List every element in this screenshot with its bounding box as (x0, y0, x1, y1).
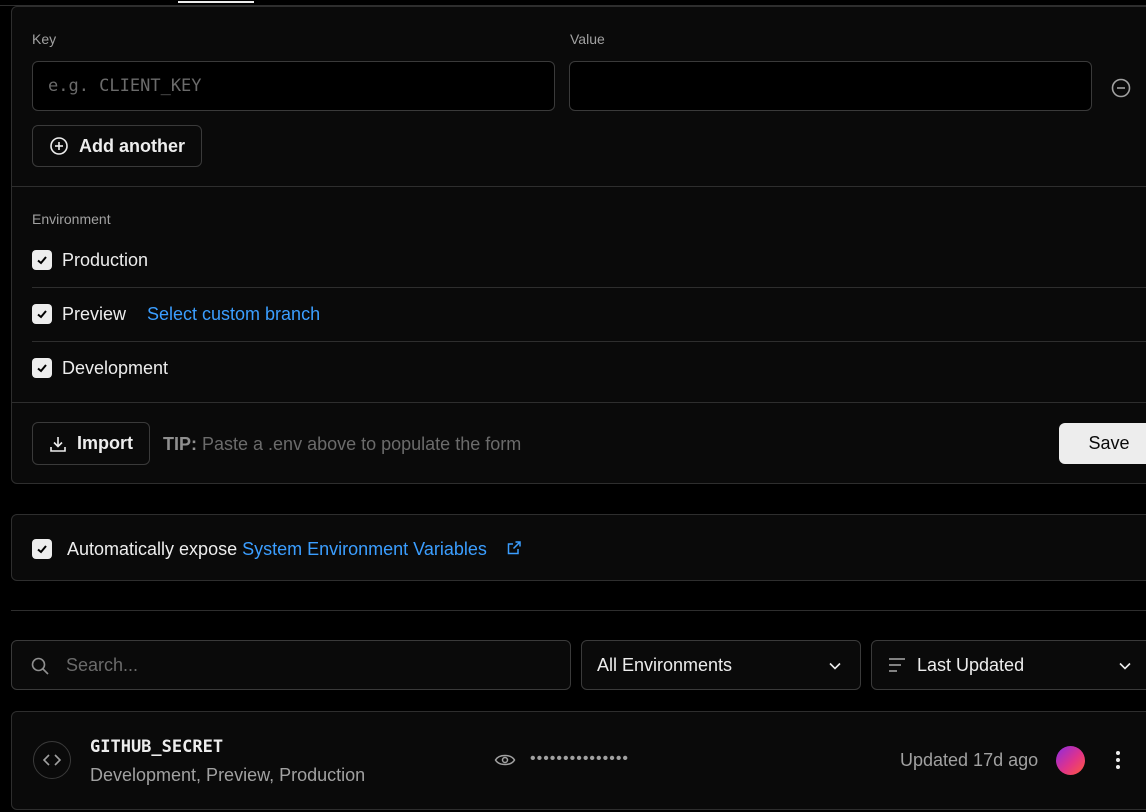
search-box (11, 640, 571, 690)
tip-text: TIP: Paste a .env above to populate the … (163, 434, 521, 455)
divider (12, 402, 1146, 403)
development-label: Development (62, 358, 169, 378)
chevron-down-icon (1119, 662, 1131, 670)
sort-icon (889, 658, 905, 672)
tip-prefix: TIP: (163, 434, 197, 454)
variable-environments: Development, Preview, Production (90, 765, 366, 785)
sort-select[interactable]: Last Updated (871, 640, 1146, 690)
active-tab-indicator (178, 1, 254, 3)
check-icon (37, 256, 47, 265)
system-env-vars-link[interactable]: System Environment Variables (242, 539, 487, 559)
preview-checkbox[interactable] (32, 304, 52, 324)
search-input[interactable] (66, 641, 556, 689)
production-label: Production (62, 250, 149, 270)
value-label: Value (570, 31, 605, 47)
add-another-label: Add another (79, 135, 185, 156)
plus-circle-icon (50, 137, 68, 155)
download-icon (50, 436, 66, 452)
sort-select-value: Last Updated (917, 654, 1025, 675)
check-icon (37, 310, 47, 319)
divider (32, 287, 1146, 288)
updated-time: Updated 17d ago (900, 750, 1039, 770)
expose-label: Automatically expose System Environment … (67, 539, 487, 560)
external-link-icon[interactable] (506, 540, 522, 556)
environment-select-value: All Environments (597, 654, 733, 675)
key-input[interactable] (32, 61, 555, 111)
expose-text: Automatically expose (67, 539, 243, 559)
environment-select[interactable]: All Environments (581, 640, 861, 690)
add-variable-form: Key Value Add another Environment Produc… (11, 6, 1146, 484)
expose-checkbox[interactable] (32, 539, 52, 559)
eye-icon[interactable] (494, 752, 516, 768)
check-icon (37, 364, 47, 373)
variable-row[interactable]: GITHUB_SECRET Development, Preview, Prod… (11, 711, 1146, 810)
select-custom-branch-link[interactable]: Select custom branch (147, 304, 320, 325)
key-label: Key (32, 31, 57, 47)
import-button[interactable]: Import (32, 422, 150, 465)
expose-system-vars-card: Automatically expose System Environment … (11, 514, 1146, 581)
tip-body: Paste a .env above to populate the form (197, 434, 522, 454)
value-input[interactable] (569, 61, 1092, 111)
more-options-icon[interactable] (1107, 748, 1129, 772)
production-checkbox[interactable] (32, 250, 52, 270)
environment-label: Environment (32, 211, 111, 227)
preview-label: Preview (62, 304, 127, 324)
masked-value: ••••••••••••••• (530, 750, 630, 767)
chevron-down-icon (829, 662, 841, 670)
check-icon (37, 545, 47, 554)
import-label: Import (77, 433, 133, 453)
remove-row-icon[interactable] (1110, 77, 1132, 99)
divider (12, 186, 1146, 187)
add-another-button[interactable]: Add another (32, 125, 202, 167)
avatar (1056, 746, 1085, 775)
save-button[interactable]: Save (1059, 423, 1146, 464)
search-icon (31, 657, 49, 675)
development-checkbox[interactable] (32, 358, 52, 378)
code-icon (33, 741, 71, 779)
divider (32, 341, 1146, 342)
divider (11, 610, 1146, 611)
variable-name: GITHUB_SECRET (90, 737, 224, 757)
